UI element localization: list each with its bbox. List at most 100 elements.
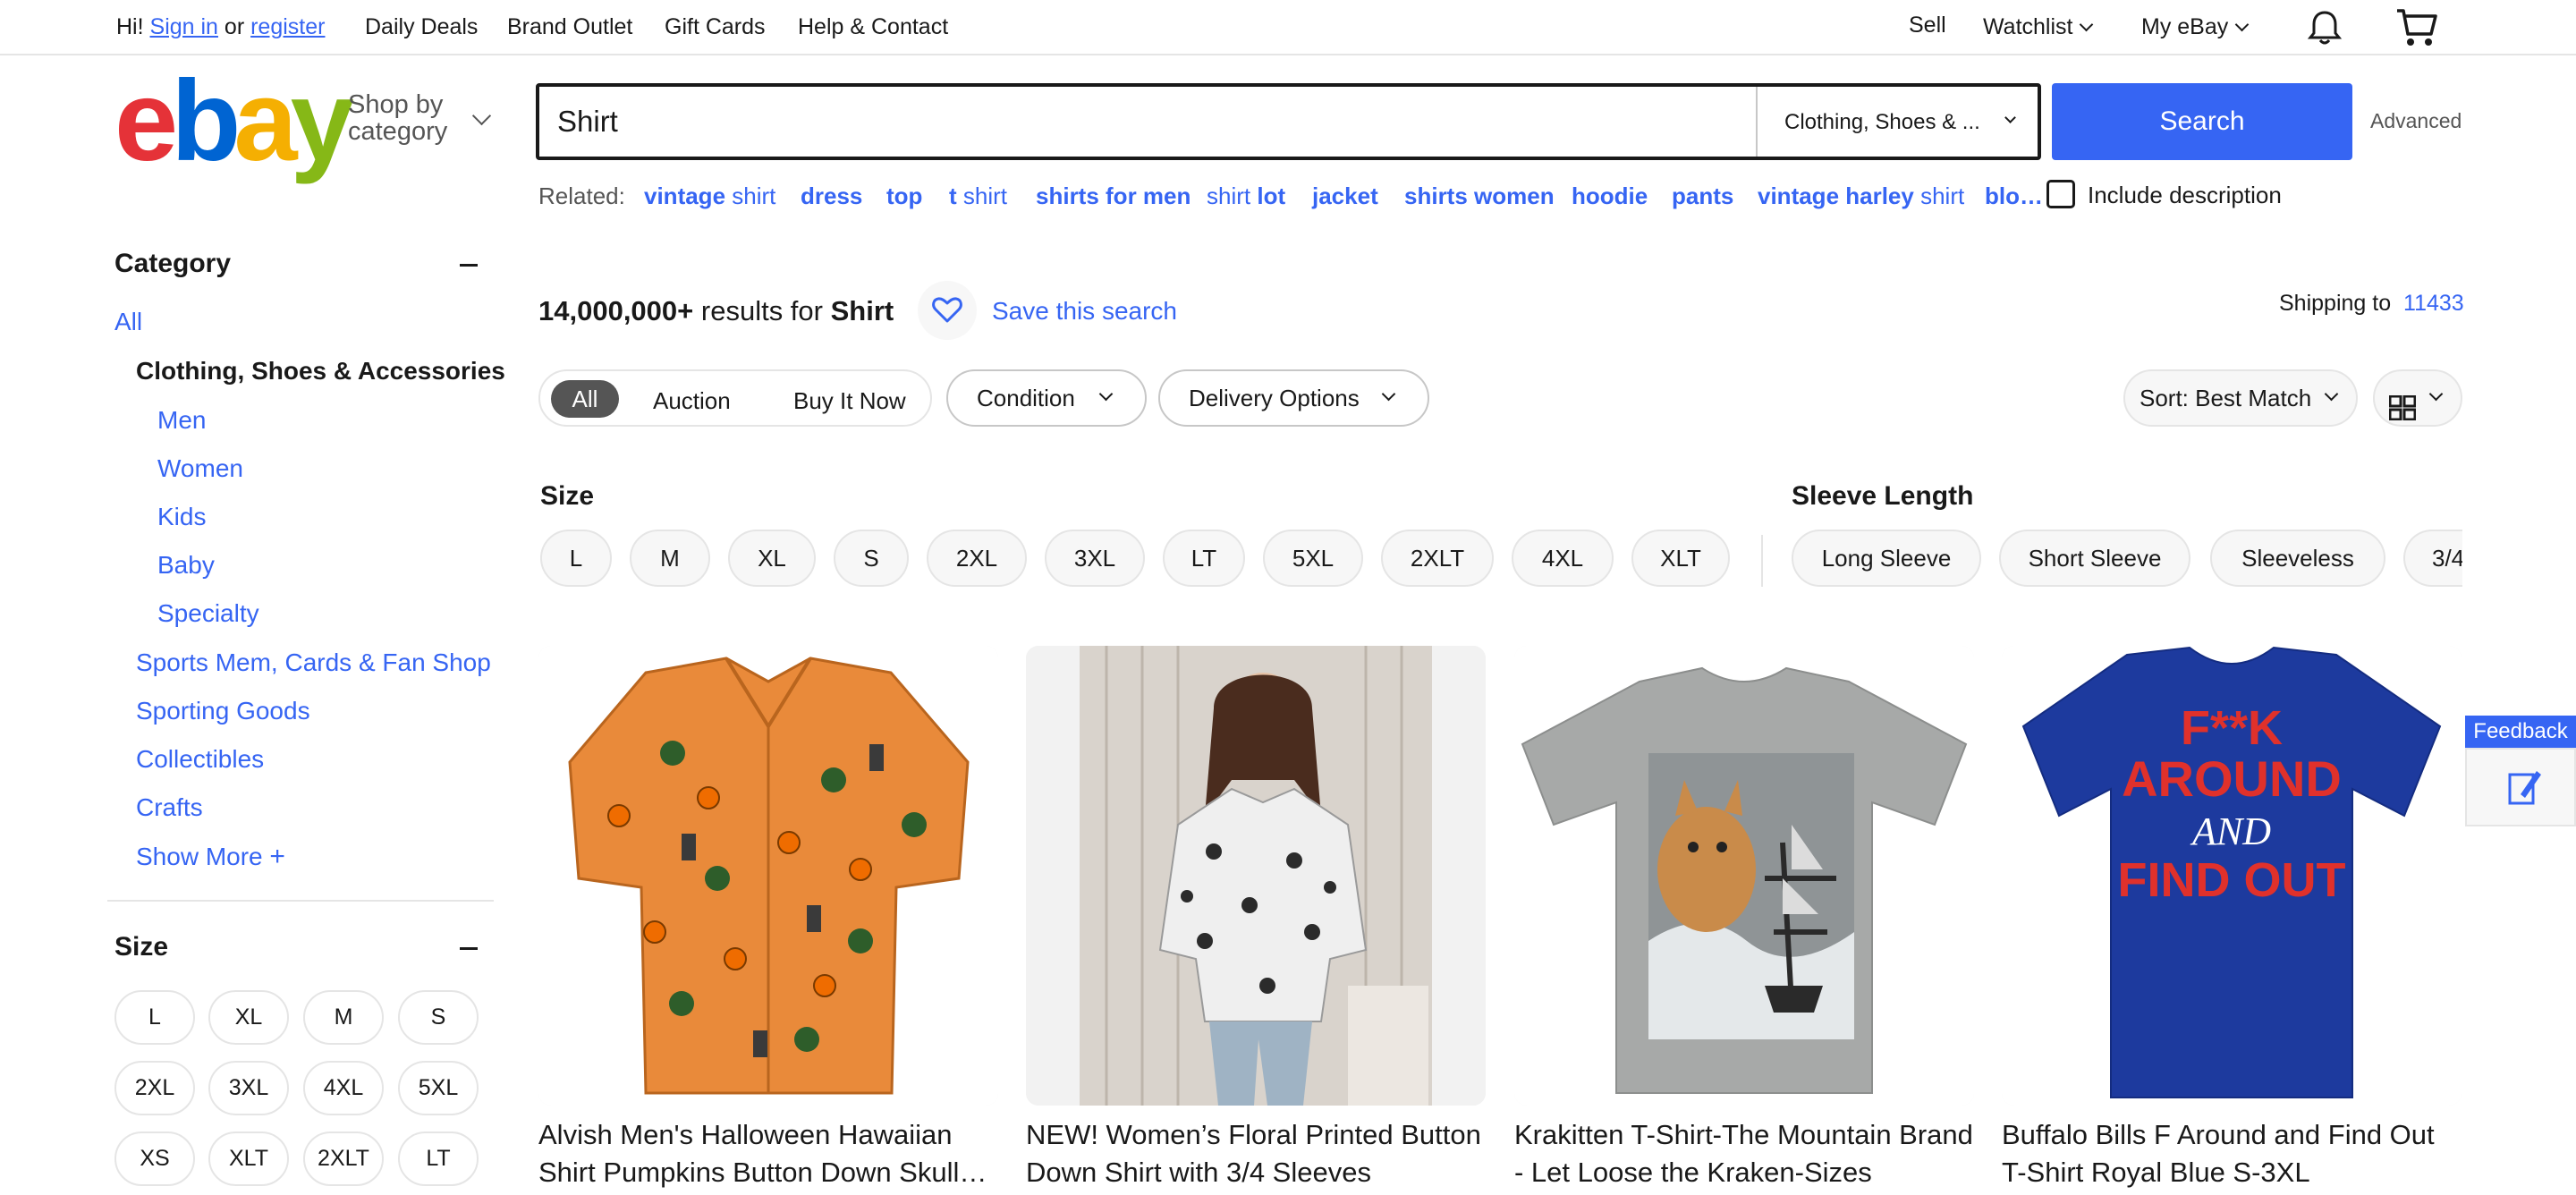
- sidebar-divider: [107, 900, 494, 902]
- cart-icon[interactable]: [2395, 7, 2438, 48]
- product-image[interactable]: [1026, 646, 1486, 1106]
- watchlist-menu[interactable]: Watchlist: [1983, 14, 2094, 40]
- ebay-logo[interactable]: ebay: [114, 57, 354, 185]
- sort-dropdown[interactable]: Sort: Best Match: [2123, 369, 2358, 427]
- my-ebay-menu[interactable]: My eBay: [2141, 14, 2250, 40]
- related-link[interactable]: top: [886, 182, 922, 210]
- show-more-link[interactable]: Show More +: [136, 842, 285, 872]
- related-link[interactable]: dress: [801, 182, 862, 210]
- collapse-minus-icon[interactable]: [460, 947, 478, 950]
- category-link[interactable]: Collectibles: [136, 745, 264, 774]
- tshirt-graphic: F**K AROUND AND FIND OUT: [2002, 646, 2462, 1106]
- related-link-bold: vintage harley: [1758, 182, 1914, 209]
- aspect-size-option[interactable]: XLT: [1631, 530, 1730, 587]
- chevron-down-icon: [2428, 386, 2444, 402]
- size-option[interactable]: L: [114, 990, 195, 1045]
- related-link[interactable]: shirts women: [1404, 182, 1555, 210]
- collapse-minus-icon[interactable]: [460, 264, 478, 267]
- related-link[interactable]: vintage shirt: [644, 182, 775, 210]
- condition-filter[interactable]: Condition: [946, 369, 1147, 427]
- aspect-sleeve-option[interactable]: Sleeveless: [2210, 530, 2385, 587]
- size-option[interactable]: 2XL: [114, 1061, 195, 1115]
- shop-by-category-button[interactable]: Shop by category: [348, 91, 492, 145]
- view-toggle[interactable]: [2373, 369, 2462, 427]
- aspect-sleeve-option[interactable]: 3/4: [2403, 530, 2462, 587]
- product-title-link[interactable]: NEW! Women’s Floral Printed Button Down …: [1026, 1116, 1486, 1195]
- product-title-link[interactable]: Alvish Men's Halloween Hawaiian Shirt Pu…: [538, 1116, 998, 1195]
- include-description-checkbox[interactable]: Include description: [2046, 180, 2282, 211]
- size-option[interactable]: 5XL: [398, 1061, 479, 1115]
- search-input[interactable]: [557, 87, 1720, 157]
- aspect-size-option[interactable]: 2XL: [927, 530, 1027, 587]
- help-contact-link[interactable]: Help & Contact: [798, 14, 948, 40]
- related-link-plain: shirt: [962, 182, 1008, 209]
- size-option[interactable]: M: [303, 990, 384, 1045]
- related-link[interactable]: shirt lot: [1207, 182, 1285, 210]
- aspect-sleeve-option[interactable]: Long Sleeve: [1792, 530, 1981, 587]
- subcategory-women[interactable]: Women: [157, 454, 243, 483]
- search-bar: Clothing, Shoes & ...: [536, 83, 2041, 160]
- category-link[interactable]: Sports Mem, Cards & Fan Shop: [136, 648, 491, 677]
- product-title-link[interactable]: Krakitten T-Shirt-The Mountain Brand - L…: [1514, 1116, 1974, 1195]
- delivery-options-filter[interactable]: Delivery Options: [1158, 369, 1429, 427]
- aspect-size-option[interactable]: 2XLT: [1381, 530, 1494, 587]
- size-option[interactable]: S: [398, 990, 479, 1045]
- aspect-size-option[interactable]: 4XL: [1512, 530, 1614, 587]
- gift-cards-link[interactable]: Gift Cards: [665, 14, 766, 40]
- subcategory-men[interactable]: Men: [157, 406, 206, 435]
- buying-format-all[interactable]: All: [551, 380, 619, 418]
- category-link[interactable]: Crafts: [136, 793, 203, 822]
- size-heading[interactable]: Size: [114, 932, 168, 962]
- size-option[interactable]: LT: [398, 1131, 479, 1186]
- subcategory-kids[interactable]: Kids: [157, 503, 206, 531]
- sell-link[interactable]: Sell: [1909, 13, 1946, 38]
- size-option[interactable]: XS: [114, 1131, 195, 1186]
- shipping-zip[interactable]: 11433: [2403, 291, 2464, 316]
- buying-format-buy-it-now[interactable]: Buy It Now: [793, 387, 906, 415]
- current-category: Clothing, Shoes & Accessories: [136, 357, 505, 385]
- related-link[interactable]: pants: [1672, 182, 1733, 210]
- notification-bell-icon[interactable]: [2306, 9, 2343, 47]
- related-link[interactable]: shirts for men: [1036, 182, 1191, 210]
- size-option[interactable]: 4XL: [303, 1061, 384, 1115]
- sign-in-link[interactable]: Sign in: [150, 14, 218, 39]
- register-link[interactable]: register: [250, 14, 325, 39]
- product-image[interactable]: [1514, 646, 1974, 1106]
- daily-deals-link[interactable]: Daily Deals: [365, 14, 478, 40]
- size-option[interactable]: XL: [208, 990, 289, 1045]
- feedback-box[interactable]: [2465, 748, 2576, 826]
- aspect-size-option[interactable]: 3XL: [1045, 530, 1145, 587]
- checkbox-icon[interactable]: [2046, 180, 2075, 209]
- aspect-size-option[interactable]: XL: [728, 530, 816, 587]
- category-all-link[interactable]: All: [114, 308, 142, 336]
- subcategory-baby[interactable]: Baby: [157, 551, 215, 580]
- category-link[interactable]: Sporting Goods: [136, 697, 310, 725]
- related-link[interactable]: t shirt: [949, 182, 1007, 210]
- related-link[interactable]: vintage harley shirt: [1758, 182, 1964, 210]
- aspect-size-option[interactable]: LT: [1163, 530, 1245, 587]
- advanced-search-link[interactable]: Advanced: [2370, 109, 2462, 133]
- search-button[interactable]: Search: [2052, 83, 2352, 160]
- logo-letter-e: e: [114, 57, 178, 185]
- size-option[interactable]: 2XLT: [303, 1131, 384, 1186]
- related-link[interactable]: jacket: [1312, 182, 1378, 210]
- buying-format-auction[interactable]: Auction: [653, 387, 731, 415]
- aspect-size-option[interactable]: L: [540, 530, 612, 587]
- brand-outlet-link[interactable]: Brand Outlet: [507, 14, 632, 40]
- size-option[interactable]: 3XL: [208, 1061, 289, 1115]
- product-title-link[interactable]: Buffalo Bills F Around and Find Out T-Sh…: [2002, 1116, 2462, 1195]
- subcategory-specialty[interactable]: Specialty: [157, 599, 259, 628]
- category-select[interactable]: Clothing, Shoes & ...: [1756, 87, 2041, 157]
- aspect-size-option[interactable]: M: [630, 530, 710, 587]
- aspect-sleeve-option[interactable]: Short Sleeve: [1999, 530, 2190, 587]
- product-image[interactable]: [538, 646, 998, 1106]
- aspect-size-option[interactable]: S: [834, 530, 909, 587]
- size-option[interactable]: XLT: [208, 1131, 289, 1186]
- category-heading[interactable]: Category: [114, 249, 231, 279]
- related-link[interactable]: blo…: [1985, 182, 2043, 210]
- related-link[interactable]: hoodie: [1572, 182, 1648, 210]
- feedback-widget[interactable]: Feedback: [2465, 716, 2576, 826]
- shipping-location[interactable]: Shipping to 11433: [2279, 291, 2464, 317]
- product-image[interactable]: F**K AROUND AND FIND OUT: [2002, 646, 2462, 1106]
- aspect-size-option[interactable]: 5XL: [1263, 530, 1363, 587]
